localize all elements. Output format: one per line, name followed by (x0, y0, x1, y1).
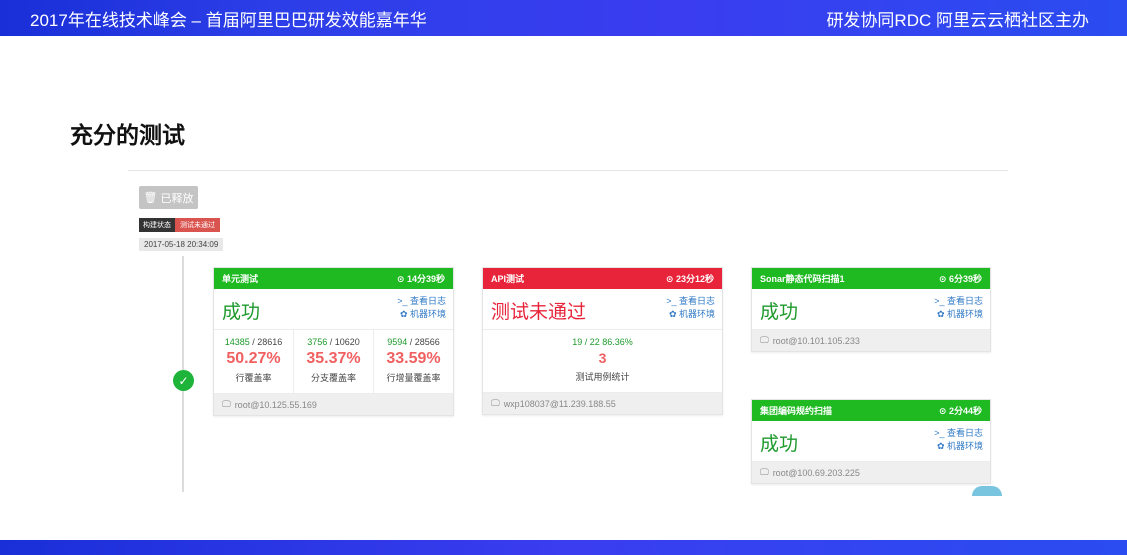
gear-icon: ✿ (936, 441, 947, 451)
divider (128, 170, 1008, 171)
timestamp: 2017-05-18 20:34:09 (139, 238, 224, 251)
sonar-scan-result: 成功 (760, 302, 799, 323)
api-test-machine: 🖵 wxp108037@11.239.188.55 (483, 393, 722, 414)
api-test-ratio: 19 / 22 86.36% (572, 337, 633, 347)
terminal-icon: >_ (934, 428, 947, 438)
terminal-icon: >_ (934, 296, 947, 306)
group-spec-title: 集团编码规约扫描 (760, 406, 833, 416)
gear-icon: ✿ (399, 309, 410, 319)
coverage-stat-line: 14385 / 28616 50.27% 行覆盖率 (214, 330, 294, 393)
terminal-icon: >_ (397, 296, 410, 306)
view-log-link[interactable]: >_ 查看日志 (934, 427, 983, 440)
footer-bar (0, 540, 1127, 555)
gear-icon: ✿ (668, 309, 679, 319)
page-title: 充分的测试 (70, 122, 185, 148)
api-test-links: >_ 查看日志 ✿ 机器环境 (666, 295, 715, 321)
machine-env-link[interactable]: ✿ 机器环境 (934, 308, 983, 321)
monitor-icon: 🖵 (760, 467, 769, 477)
coverage-stat-incremental: 9594 / 28566 33.59% 行增量覆盖率 (386, 337, 441, 383)
floating-action-button[interactable] (972, 486, 1002, 496)
unit-test-body: 成功 >_ 查看日志 ✿ 机器环境 (214, 289, 453, 330)
sonar-scan-title: Sonar静态代码扫描1 (760, 274, 845, 284)
group-spec-machine: 🖵 root@100.69.203.225 (752, 462, 990, 483)
view-log-link[interactable]: >_ 查看日志 (666, 295, 715, 308)
trash-icon: 🗑 (143, 192, 158, 204)
monitor-icon: 🖵 (760, 335, 769, 345)
unit-test-links: >_ 查看日志 ✿ 机器环境 (397, 295, 446, 321)
released-label: 已释放 (160, 192, 194, 205)
unit-test-title: 单元测试 (222, 274, 259, 284)
coverage-stats: 14385 / 28616 50.27% 行覆盖率 3756 / 10620 3… (214, 330, 453, 394)
header-bar: 2017年在线技术峰会 – 首届阿里巴巴研发效能嘉年华 研发协同RDC 阿里云云… (0, 0, 1127, 36)
machine-env-link[interactable]: ✿ 机器环境 (934, 440, 983, 453)
sonar-scan-machine: 🖵 root@10.101.105.233 (752, 330, 990, 351)
api-test-title: API测试 (491, 274, 525, 284)
clock-icon: ⊙ (665, 274, 676, 284)
unit-test-result: 成功 (222, 302, 261, 323)
clock-icon: ⊙ (396, 274, 407, 284)
api-test-header: API测试 ⊙ 23分12秒 (483, 268, 722, 289)
unit-test-machine: 🖵 root@10.125.55.169 (214, 394, 453, 415)
machine-env-link[interactable]: ✿ 机器环境 (397, 308, 446, 321)
clock-icon: ⊙ (938, 274, 949, 284)
released-button[interactable]: 🗑 已释放 (139, 186, 198, 209)
api-test-duration: ⊙ 23分12秒 (665, 274, 714, 284)
view-log-link[interactable]: >_ 查看日志 (397, 295, 446, 308)
coverage-stat-branch: 3756 / 10620 35.37% 分支覆盖率 (294, 330, 374, 393)
clock-icon: ⊙ (938, 406, 949, 416)
build-status-value: 测试未通过 (175, 218, 220, 232)
unit-test-duration: ⊙ 14分39秒 (396, 274, 445, 284)
sonar-scan-duration: ⊙ 6分39秒 (938, 274, 982, 284)
monitor-icon: 🖵 (491, 398, 500, 408)
group-spec-body: 成功 >_ 查看日志 ✿ 机器环境 (752, 421, 990, 462)
machine-env-link[interactable]: ✿ 机器环境 (666, 308, 715, 321)
api-test-result: 测试未通过 (491, 302, 587, 323)
api-test-card: API测试 ⊙ 23分12秒 测试未通过 >_ 查看日志 ✿ 机器环境 19 /… (482, 267, 723, 415)
api-test-stats: 19 / 22 86.36% 3 测试用例统计 (483, 330, 722, 393)
api-test-body: 测试未通过 >_ 查看日志 ✿ 机器环境 (483, 289, 722, 330)
sonar-scan-links: >_ 查看日志 ✿ 机器环境 (934, 295, 983, 321)
group-spec-result: 成功 (760, 434, 799, 455)
sonar-scan-header: Sonar静态代码扫描1 ⊙ 6分39秒 (752, 268, 990, 289)
header-left-text: 2017年在线技术峰会 – 首届阿里巴巴研发效能嘉年华 (30, 11, 427, 30)
sonar-scan-card: Sonar静态代码扫描1 ⊙ 6分39秒 成功 >_ 查看日志 ✿ 机器环境 🖵… (751, 267, 991, 352)
check-icon: ✓ (173, 370, 194, 391)
gear-icon: ✿ (936, 309, 947, 319)
api-test-stat-label: 测试用例统计 (575, 372, 630, 382)
group-spec-links: >_ 查看日志 ✿ 机器环境 (934, 427, 983, 453)
sonar-scan-body: 成功 >_ 查看日志 ✿ 机器环境 (752, 289, 990, 330)
group-spec-header: 集团编码规约扫描 ⊙ 2分44秒 (752, 400, 990, 421)
api-test-failed-count: 3 (598, 350, 607, 366)
build-status-key: 构建状态 (139, 218, 175, 232)
group-spec-duration: ⊙ 2分44秒 (938, 406, 982, 416)
view-log-link[interactable]: >_ 查看日志 (934, 295, 983, 308)
build-status-badge: 构建状态 测试未通过 (139, 218, 220, 232)
unit-test-header: 单元测试 ⊙ 14分39秒 (214, 268, 453, 289)
group-spec-card: 集团编码规约扫描 ⊙ 2分44秒 成功 >_ 查看日志 ✿ 机器环境 🖵 root… (751, 399, 991, 484)
terminal-icon: >_ (666, 296, 679, 306)
monitor-icon: 🖵 (222, 399, 231, 409)
header-right-text: 研发协同RDC 阿里云云栖社区主办 (826, 11, 1089, 30)
unit-test-card: 单元测试 ⊙ 14分39秒 成功 >_ 查看日志 ✿ 机器环境 14385 / … (213, 267, 454, 416)
